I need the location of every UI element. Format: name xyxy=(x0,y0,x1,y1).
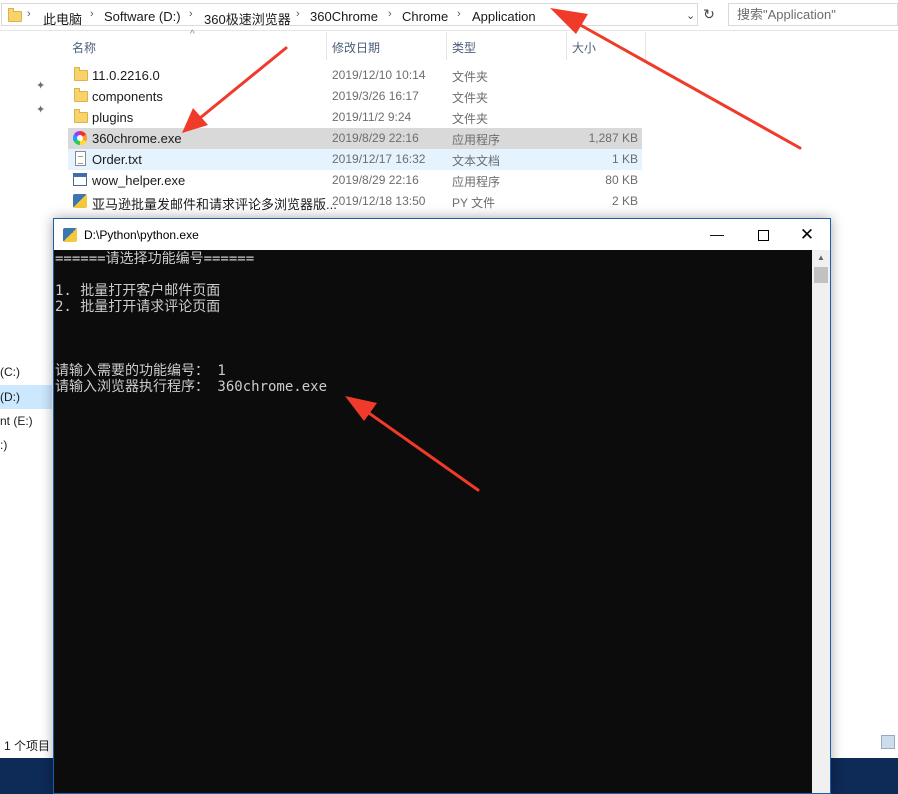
console-line: 请输入浏览器执行程序： 360chrome.exe xyxy=(55,379,328,395)
chevron-right-icon: › xyxy=(27,8,31,20)
file-date: 2019/12/17 16:32 xyxy=(332,152,426,166)
scroll-up-icon[interactable]: ▲ xyxy=(812,250,830,266)
column-divider[interactable] xyxy=(566,32,567,60)
file-type: 应用程序 xyxy=(452,175,501,189)
console-window[interactable]: D:\Python\python.exe — ✕ ======请选择功能编号==… xyxy=(53,218,831,794)
file-name: wow_helper.exe xyxy=(92,173,186,188)
360chrome-icon xyxy=(73,131,87,145)
file-date: 2019/12/18 13:50 xyxy=(332,194,426,208)
nav-item-drive-c[interactable]: (C:) xyxy=(0,365,20,379)
file-type: 文件夹 xyxy=(452,70,489,84)
console-line: 1. 批量打开客户邮件页面 xyxy=(55,283,221,299)
chevron-right-icon: › xyxy=(90,8,94,20)
nav-item-drive[interactable]: :) xyxy=(0,438,7,452)
file-size: 1 KB xyxy=(611,152,638,166)
console-line: 请输入需要的功能编号： 1 xyxy=(55,363,226,379)
folder-icon xyxy=(74,88,88,102)
breadcrumb[interactable]: › 此电脑 › Software (D:) › 360极速浏览器 › 360Ch… xyxy=(1,3,698,28)
pin-icon[interactable]: ✦ xyxy=(36,103,45,116)
column-header: 名称 修改日期 类型 大小 xyxy=(0,31,898,61)
chevron-right-icon: › xyxy=(296,8,300,20)
file-date: 2019/8/29 22:16 xyxy=(332,173,419,187)
maximize-icon xyxy=(757,229,769,241)
folder-icon xyxy=(74,67,88,81)
scrollbar-thumb[interactable] xyxy=(814,267,828,283)
column-divider[interactable] xyxy=(326,32,327,60)
pin-icon[interactable]: ✦ xyxy=(36,79,45,92)
details-view-icon[interactable] xyxy=(881,735,895,749)
address-bar: › 此电脑 › Software (D:) › 360极速浏览器 › 360Ch… xyxy=(0,0,898,31)
file-name: plugins xyxy=(92,110,134,125)
console-output[interactable]: ======请选择功能编号====== 1. 批量打开客户邮件页面 2. 批量打… xyxy=(54,250,812,793)
column-name[interactable]: 名称 xyxy=(72,39,96,56)
column-divider[interactable] xyxy=(446,32,447,60)
file-type: 文件夹 xyxy=(452,91,489,105)
console-scrollbar[interactable]: ▲ xyxy=(812,250,830,793)
console-titlebar[interactable]: D:\Python\python.exe — ✕ xyxy=(54,219,830,250)
file-name: components xyxy=(92,89,163,104)
maximize-button[interactable] xyxy=(740,219,786,250)
file-type: PY 文件 xyxy=(452,196,496,210)
file-date: 2019/12/10 10:14 xyxy=(332,68,426,82)
text-file-icon xyxy=(75,151,86,166)
file-name: 亚马逊批量发邮件和请求评论多浏览器版... xyxy=(92,197,337,212)
column-divider[interactable] xyxy=(645,32,646,60)
file-type: 文本文档 xyxy=(452,154,501,168)
breadcrumb-360chrome[interactable]: 360Chrome xyxy=(310,9,378,24)
folder-icon xyxy=(74,109,88,123)
taskbar xyxy=(0,758,56,794)
breadcrumb-software-d[interactable]: Software (D:) xyxy=(104,9,181,24)
python-file-icon xyxy=(73,194,87,208)
console-line: ======请选择功能编号====== xyxy=(55,251,255,267)
chevron-down-icon[interactable]: ⌄ xyxy=(686,9,695,22)
navigation-pane: ✦ ✦ xyxy=(0,62,56,794)
folder-icon xyxy=(8,8,22,22)
search-input[interactable]: 搜索"Application" xyxy=(728,3,898,26)
column-date[interactable]: 修改日期 xyxy=(332,39,380,56)
chevron-right-icon: › xyxy=(457,8,461,20)
refresh-icon[interactable]: ↻ xyxy=(700,3,718,26)
breadcrumb-360-browser[interactable]: 360极速浏览器 xyxy=(204,9,291,28)
breadcrumb-application[interactable]: Application xyxy=(472,9,536,24)
file-row[interactable]: 11.0.2216.0 2019/12/10 10:14 文件夹 xyxy=(68,65,642,86)
file-size: 80 KB xyxy=(605,173,638,187)
file-type: 文件夹 xyxy=(452,112,489,126)
file-row[interactable]: components 2019/3/26 16:17 文件夹 xyxy=(68,86,642,107)
file-row-selected[interactable]: 360chrome.exe 2019/8/29 22:16 应用程序 1,287… xyxy=(68,128,642,149)
column-size[interactable]: 大小 xyxy=(572,39,596,56)
column-type[interactable]: 类型 xyxy=(452,39,476,56)
console-title: D:\Python\python.exe xyxy=(84,228,199,242)
chevron-right-icon: › xyxy=(388,8,392,20)
application-icon xyxy=(73,173,87,186)
close-button[interactable]: ✕ xyxy=(784,219,830,250)
file-row[interactable]: wow_helper.exe 2019/8/29 22:16 应用程序 80 K… xyxy=(68,170,642,191)
python-icon xyxy=(63,228,77,242)
breadcrumb-chrome[interactable]: Chrome xyxy=(402,9,448,24)
file-date: 2019/3/26 16:17 xyxy=(332,89,419,103)
console-line: 2. 批量打开请求评论页面 xyxy=(55,299,221,315)
file-size: 2 KB xyxy=(611,194,638,208)
file-date: 2019/11/2 9:24 xyxy=(332,110,412,124)
chevron-right-icon: › xyxy=(189,8,193,20)
file-size: 1,287 KB xyxy=(588,131,638,145)
nav-item-drive-d[interactable]: (D:) xyxy=(0,390,20,404)
file-row[interactable]: 亚马逊批量发邮件和请求评论多浏览器版... 2019/12/18 13:50 P… xyxy=(68,191,642,212)
file-date: 2019/8/29 22:16 xyxy=(332,131,419,145)
file-name: 11.0.2216.0 xyxy=(92,68,160,83)
status-item-count: 1 个项目 xyxy=(4,739,51,753)
nav-item-drive-e[interactable]: nt (E:) xyxy=(0,414,33,428)
file-name: Order.txt xyxy=(92,152,142,167)
file-row[interactable]: plugins 2019/11/2 9:24 文件夹 xyxy=(68,107,642,128)
file-row[interactable]: Order.txt 2019/12/17 16:32 文本文档 1 KB xyxy=(68,149,642,170)
file-type: 应用程序 xyxy=(452,133,501,147)
minimize-button[interactable]: — xyxy=(694,219,740,250)
breadcrumb-this-pc[interactable]: 此电脑 xyxy=(43,9,82,28)
taskbar xyxy=(830,758,898,794)
file-name: 360chrome.exe xyxy=(92,131,182,146)
